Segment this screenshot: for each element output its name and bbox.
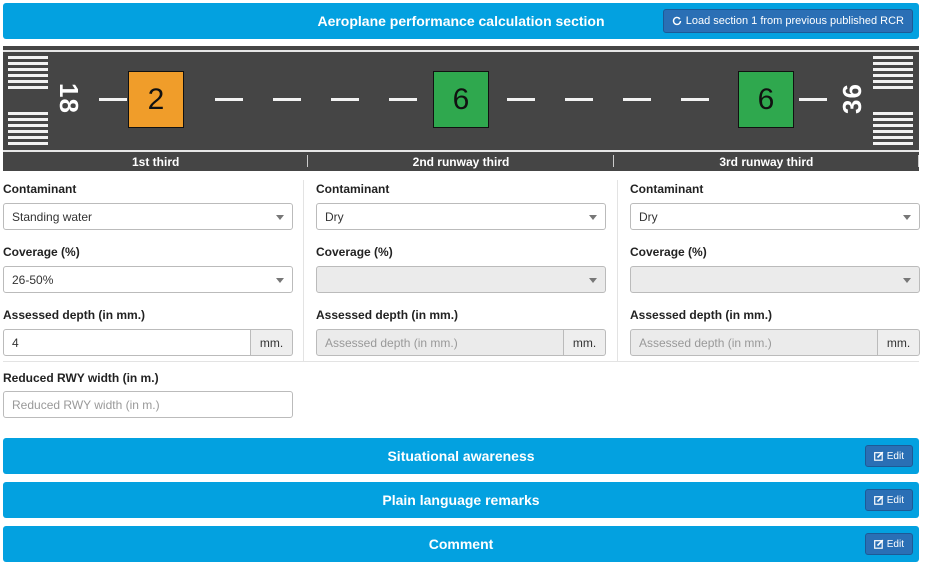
rwycc-third-third: 6 [738,71,794,128]
edit-icon [873,539,884,549]
third-3-form: Contaminant Dry Coverage (%) Assessed de… [630,180,920,356]
contaminant-value: Dry [325,209,344,224]
centerline-dash [681,98,709,101]
third-2-form: Contaminant Dry Coverage (%) Assessed de… [316,180,606,356]
threshold-markings-left-top [8,56,48,92]
load-previous-section-label: Load section 1 from previous published R… [685,15,904,27]
coverage-select-1[interactable]: 26-50% [3,266,293,293]
centerline-dash [99,98,127,101]
column-divider [303,180,304,361]
comment-edit-button[interactable]: Edit [864,533,913,555]
depth-input-3[interactable]: Assessed depth (in mm.) [630,329,878,356]
form-divider [3,361,919,362]
depth-label: Assessed depth (in mm.) [316,308,459,322]
third-divider [917,155,919,167]
caret-down-icon [589,278,597,283]
threshold-markings-right-top [873,56,913,92]
coverage-label: Coverage (%) [316,245,393,259]
depth-input-group-3: Assessed depth (in mm.) mm. [630,329,920,356]
third-label-text: 2nd runway third [412,154,510,169]
contaminant-label: Contaminant [630,182,704,196]
caret-down-icon [276,278,284,283]
situational-awareness-edit-button[interactable]: Edit [864,445,913,467]
edit-icon [873,451,884,461]
comment-section[interactable]: Comment Edit [3,526,919,562]
reduced-width-label: Reduced RWY width (in m.) [3,371,159,385]
refresh-icon [672,16,681,26]
depth-input-group-2: Assessed depth (in mm.) mm. [316,329,606,356]
coverage-label: Coverage (%) [630,245,707,259]
coverage-value: 26-50% [12,272,54,287]
contaminant-select-2[interactable]: Dry [316,203,606,230]
coverage-label: Coverage (%) [3,245,80,259]
third-label-3: 3rd runway third [614,152,919,171]
depth-label: Assessed depth (in mm.) [3,308,146,322]
reduced-width-input[interactable]: Reduced RWY width (in m.) [3,391,293,418]
edit-label: Edit [886,494,904,506]
situational-awareness-section[interactable]: Situational awareness Edit [3,438,919,474]
centerline-dash [273,98,301,101]
contaminant-label: Contaminant [3,182,77,196]
third-label-2: 2nd runway third [308,152,614,171]
plain-language-remarks-edit-button[interactable]: Edit [864,489,913,511]
plain-language-remarks-section[interactable]: Plain language remarks Edit [3,482,919,518]
runway-designator-right: 36 [836,83,867,114]
third-label-text: 3rd runway third [719,154,814,169]
contaminant-value: Dry [639,209,658,224]
centerline-dash [799,98,827,101]
rwycc-first-third: 2 [128,71,184,128]
depth-unit: mm. [564,329,606,356]
plain-language-remarks-title: Plain language remarks [382,492,540,508]
centerline-dash [565,98,593,101]
contaminant-value: Standing water [12,209,93,224]
edit-icon [873,495,884,505]
centerline-dash [215,98,243,101]
reduced-width-form: Reduced RWY width (in m.) Reduced RWY wi… [3,369,293,418]
third-label-1: 1st third [3,152,309,171]
threshold-markings-left-bottom [8,112,48,148]
threshold-markings-right-bottom [873,112,913,148]
depth-input-group-1: 4 mm. [3,329,293,356]
third-label-text: 1st third [131,154,180,169]
column-divider [617,180,618,361]
situational-awareness-title: Situational awareness [387,448,535,464]
caret-down-icon [903,278,911,283]
edit-label: Edit [886,538,904,550]
caret-down-icon [589,215,597,220]
edit-label: Edit [886,450,904,462]
caret-down-icon [903,215,911,220]
centerline-dash [389,98,417,101]
performance-section-title: Aeroplane performance calculation sectio… [317,13,605,29]
depth-label: Assessed depth (in mm.) [630,308,773,322]
depth-unit: mm. [251,329,293,356]
runway-thirds-labels: 1st third 2nd runway third 3rd runway th… [3,150,919,171]
contaminant-label: Contaminant [316,182,390,196]
coverage-select-2[interactable] [316,266,606,293]
depth-unit: mm. [878,329,920,356]
runway-edge-line [3,50,919,52]
caret-down-icon [276,215,284,220]
contaminant-select-1[interactable]: Standing water [3,203,293,230]
centerline-dash [507,98,535,101]
centerline-dash [331,98,359,101]
centerline-dash [623,98,651,101]
load-previous-section-button[interactable]: Load section 1 from previous published R… [662,9,913,33]
depth-input-2[interactable]: Assessed depth (in mm.) [316,329,564,356]
rwycc-second-third: 6 [433,71,489,128]
coverage-select-3[interactable] [630,266,920,293]
performance-section-header: Aeroplane performance calculation sectio… [3,3,919,39]
contaminant-select-3[interactable]: Dry [630,203,920,230]
runway-designator-left: 18 [53,83,84,114]
depth-input-1[interactable]: 4 [3,329,251,356]
comment-title: Comment [428,536,494,552]
third-1-form: Contaminant Standing water Coverage (%) … [3,180,293,356]
